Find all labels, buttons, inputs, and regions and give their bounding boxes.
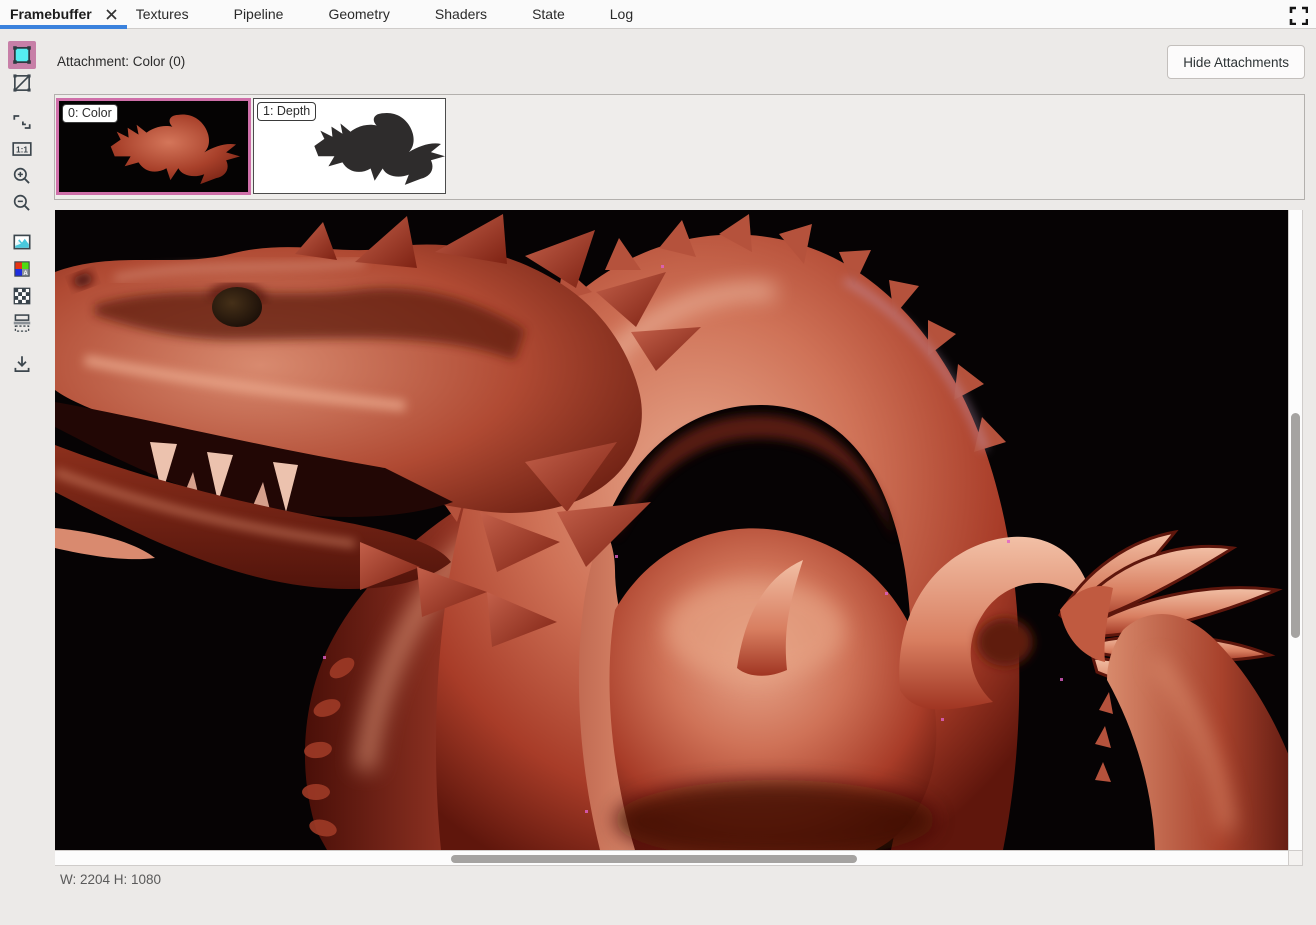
horizontal-scrollbar[interactable] [55,850,1288,866]
one-to-one-icon: 1:1 [11,138,33,160]
tab-pipeline[interactable]: Pipeline [234,6,284,22]
zoom-in-button[interactable] [8,162,36,190]
attachment-badge: 0: Color [62,104,118,123]
close-tab-icon[interactable] [105,8,118,21]
attachment-label: Attachment: Color (0) [57,54,185,69]
zoom-out-icon [11,192,33,214]
download-icon [11,353,33,375]
save-image-button[interactable] [8,350,36,378]
attachment-thumbnail-depth[interactable]: 1: Depth [253,98,446,194]
scrollbar-corner [1288,850,1303,866]
zoom-fit-button[interactable] [8,108,36,136]
dragon-render-image [55,210,1288,850]
zoom-in-icon [11,165,33,187]
one-to-one-label: 1:1 [16,145,28,154]
tab-state[interactable]: State [532,6,565,22]
tab-framebuffer[interactable]: Framebuffer [10,6,118,22]
fit-to-window-icon [11,111,33,133]
horizontal-scrollbar-thumb[interactable] [451,855,857,863]
zoom-one-to-one-button[interactable]: 1:1 [8,135,36,163]
tab-textures[interactable]: Textures [136,6,189,22]
attachments-strip: 0: Color 1: Depth [54,94,1305,200]
picture-icon [11,231,33,253]
tab-log[interactable]: Log [610,6,633,22]
tab-geometry[interactable]: Geometry [328,6,389,22]
flip-vertical-button[interactable] [8,309,36,337]
background-image-button[interactable] [8,228,36,256]
attachment-thumbnail-color[interactable]: 0: Color [56,98,251,195]
tab-shaders[interactable]: Shaders [435,6,487,22]
image-dimensions-status: W: 2204 H: 1080 [60,872,161,887]
tab-framebuffer-label: Framebuffer [10,6,92,22]
fullscreen-icon[interactable] [1288,5,1308,25]
vertical-scrollbar[interactable] [1288,210,1303,850]
zoom-out-button[interactable] [8,189,36,217]
hide-attachments-button[interactable]: Hide Attachments [1167,45,1305,79]
framebuffer-image-viewport[interactable] [55,210,1288,850]
active-tab-underline [0,25,127,29]
cyan-square-handles-icon [11,44,33,66]
no-attachment-toggle-button[interactable] [8,69,36,97]
crossed-square-handles-icon [11,72,33,94]
channels-rgba-button[interactable]: A [8,255,36,283]
rgba-channels-icon: A [11,258,33,280]
vertical-scrollbar-thumb[interactable] [1291,413,1300,638]
background-checkerboard-button[interactable] [8,282,36,310]
attachment-badge: 1: Depth [257,102,316,121]
flip-vertical-icon [11,312,33,334]
tab-bar: Framebuffer Textures Pipeline Geometry S… [0,0,1316,29]
checkerboard-icon [11,285,33,307]
color-attachment-toggle-button[interactable] [8,41,36,69]
framebuffer-viewer-window: Framebuffer Textures Pipeline Geometry S… [0,0,1316,925]
